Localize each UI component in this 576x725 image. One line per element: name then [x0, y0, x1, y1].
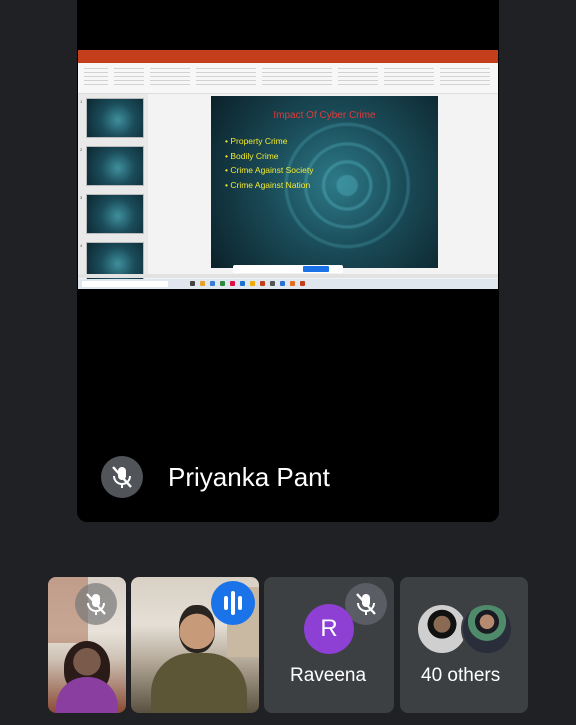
taskbar-app-icon — [230, 281, 235, 286]
avatar: R — [304, 604, 354, 654]
stop-sharing-button — [303, 266, 329, 272]
taskbar-app-icon — [240, 281, 245, 286]
slide-bullet: Property Crime — [225, 134, 314, 149]
participant-video — [151, 653, 247, 713]
participant-name: Raveena — [290, 665, 367, 686]
windows-taskbar — [78, 279, 498, 289]
participant-video — [56, 677, 118, 713]
others-count-label: 40 others — [421, 665, 501, 686]
mic-off-icon — [101, 456, 143, 498]
slide-thumbnail-panel: 1 2 3 4 — [78, 94, 148, 282]
taskbar-app-icon — [300, 281, 305, 286]
screen-share-notice-bar — [233, 265, 343, 273]
taskbar-app-icon — [190, 281, 195, 286]
powerpoint-ribbon — [78, 63, 498, 94]
taskbar-app-icon — [220, 281, 225, 286]
powerpoint-title-bar — [78, 50, 498, 57]
taskbar-app-icon — [280, 281, 285, 286]
shared-screen: 1 2 3 4 Impact Of Cyber Crime Property C… — [78, 50, 498, 289]
taskbar-app-icon — [200, 281, 205, 286]
slide-bullet: Crime Against Nation — [225, 178, 314, 193]
taskbar-app-icon — [250, 281, 255, 286]
slide-thumbnail: 3 — [80, 194, 144, 234]
slide-title: Impact Of Cyber Crime — [273, 110, 376, 121]
taskbar-app-icon — [210, 281, 215, 286]
taskbar-app-icon — [290, 281, 295, 286]
presenter-stage[interactable]: 1 2 3 4 Impact Of Cyber Crime Property C… — [77, 0, 499, 522]
slide-bullet-list: Property Crime Bodily Crime Crime Agains… — [225, 134, 314, 193]
avatar — [461, 603, 513, 655]
slide-bullet: Crime Against Society — [225, 163, 313, 178]
taskbar-app-icon — [260, 281, 265, 286]
slide-bullet: Bodily Crime — [225, 149, 314, 164]
speaking-indicator-icon — [211, 581, 255, 625]
participant-video — [179, 605, 215, 653]
current-slide: Impact Of Cyber Crime Property Crime Bod… — [211, 96, 438, 268]
notes-pane — [78, 274, 498, 278]
others-tile[interactable] — [400, 577, 528, 713]
slide-thumbnail: 1 — [80, 98, 144, 138]
mic-off-icon — [75, 583, 117, 625]
slide-thumbnail: 2 — [80, 146, 144, 186]
presenter-name: Priyanka Pant — [168, 462, 330, 492]
taskbar-search — [82, 281, 168, 287]
taskbar-app-icon — [270, 281, 275, 286]
